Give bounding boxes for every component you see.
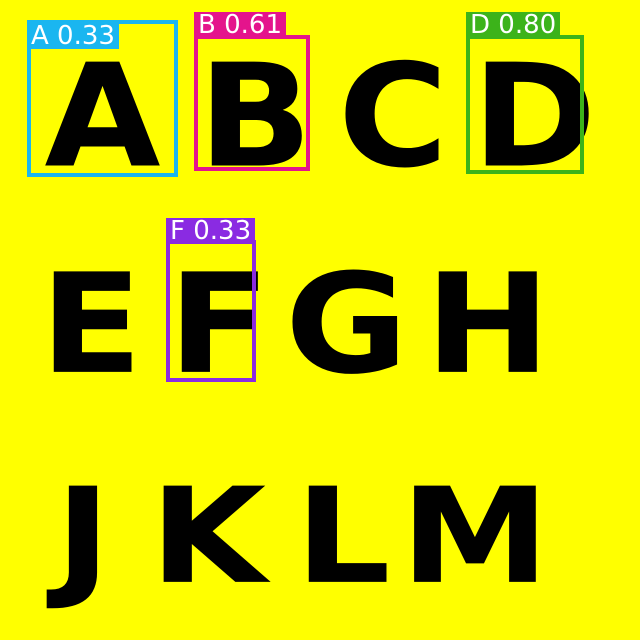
detection-box-b [194,35,310,171]
letter-m: M [400,460,550,614]
letter-chart-image: A B C D E F G H J K L M A 0.33 B 0.61 D … [0,0,640,640]
letter-c: C [338,34,449,200]
letter-g: G [285,244,409,406]
letter-j: J [55,460,111,614]
letter-k: K [149,460,267,614]
detection-box-d [466,35,584,174]
detection-label-b: B 0.61 [194,12,286,38]
letter-l: L [295,460,391,614]
letter-e: E [40,244,143,406]
detection-box-f [166,240,256,382]
detection-label-a: A 0.33 [27,23,119,49]
detection-label-f: F 0.33 [166,218,256,244]
detection-label-d: D 0.80 [466,12,561,38]
letter-h: H [425,244,551,406]
